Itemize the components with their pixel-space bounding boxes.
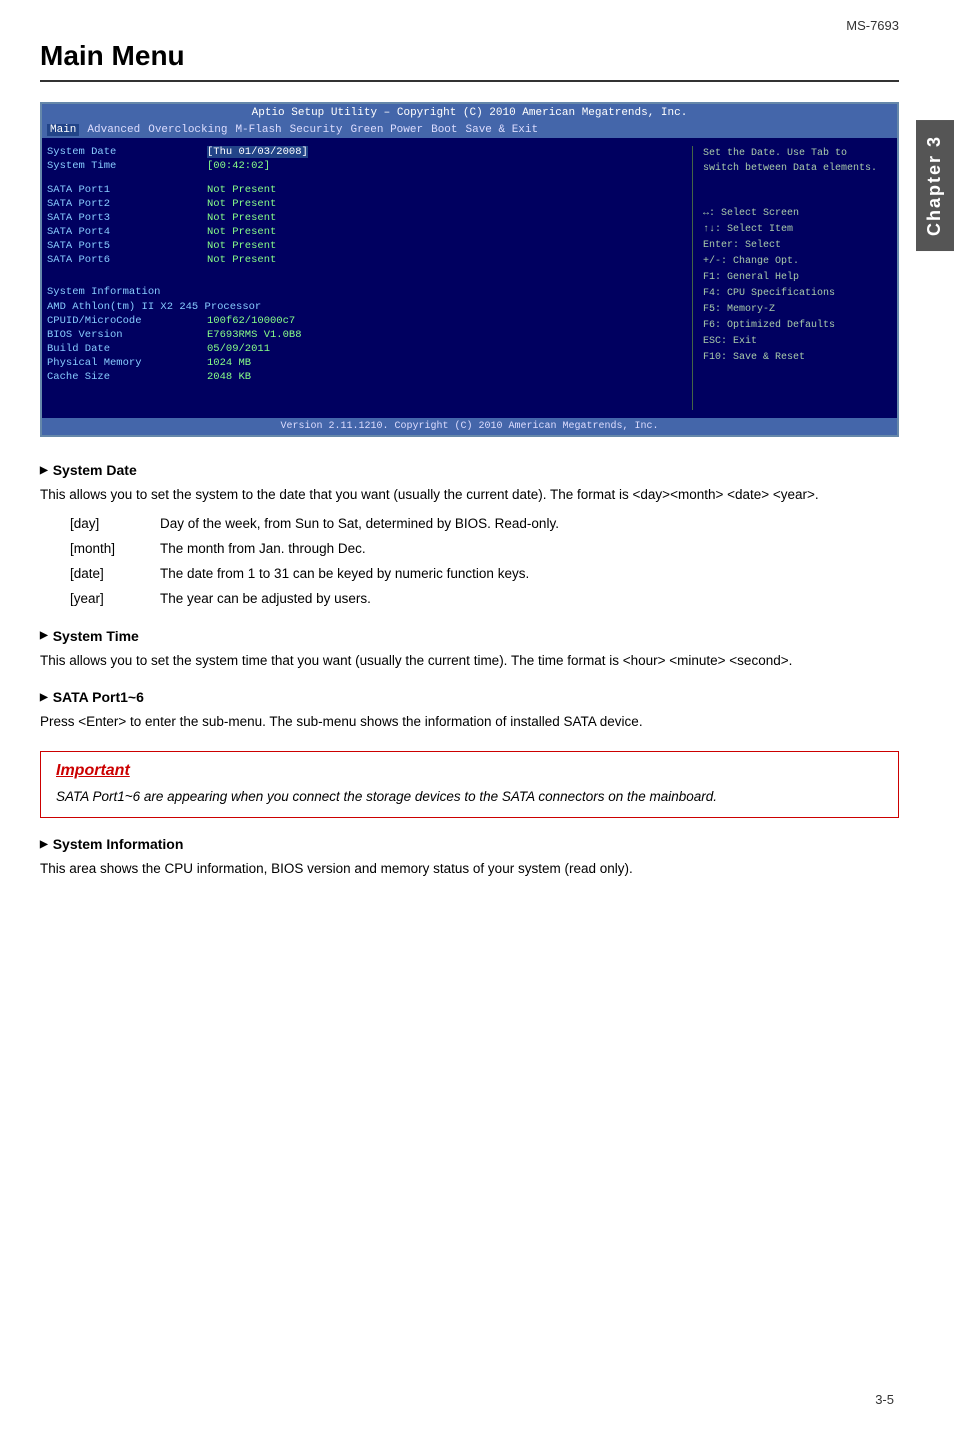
section-heading-system-date: System Date [40,462,899,478]
bios-sata5-row: SATA Port5 Not Present [47,240,682,252]
bios-nav-mflash[interactable]: M-Flash [235,124,281,136]
bios-help-text: Set the Date. Use Tab toswitch between D… [703,146,892,176]
param-val-month: The month from Jan. through Dec. [160,539,899,559]
param-row-date: [date] The date from 1 to 31 can be keye… [70,564,899,584]
section-text-system-time: This allows you to set the system time t… [40,650,899,672]
bios-cache-row: Cache Size 2048 KB [47,371,682,383]
param-row-day: [day] Day of the week, from Sun to Sat, … [70,514,899,534]
bios-system-date-row: System Date [Thu 01/03/2008] [47,146,682,158]
bios-right-panel: Set the Date. Use Tab toswitch between D… [692,146,892,410]
section-heading-system-info: System Information [40,836,899,852]
bios-sata4-row: SATA Port4 Not Present [47,226,682,238]
bios-sata4-label: SATA Port4 [47,226,207,238]
bios-sata1-label: SATA Port1 [47,184,207,196]
bios-cpu-label: AMD Athlon(tm) II X2 245 Processor [47,301,347,313]
bios-nav-security[interactable]: Security [290,124,343,136]
bios-nav-main[interactable]: Main [47,124,79,136]
bios-sata2-row: SATA Port2 Not Present [47,198,682,210]
bios-nav-boot[interactable]: Boot [431,124,457,136]
bios-system-time-value: [00:42:02] [207,160,270,172]
bios-sata6-row: SATA Port6 Not Present [47,254,682,266]
bios-builddate-value: 05/09/2011 [207,343,270,355]
bios-cpuid-row: CPUID/MicroCode 100f62/10000c7 [47,315,682,327]
page-title: Main Menu [40,40,899,82]
bios-cache-label: Cache Size [47,371,207,383]
model-number: MS-7693 [846,18,899,33]
page-number: 3-5 [875,1392,894,1407]
bios-sata3-value: Not Present [207,212,276,224]
bios-nav-advanced[interactable]: Advanced [87,124,140,136]
bios-sata6-value: Not Present [207,254,276,266]
bios-system-date-label: System Date [47,146,207,158]
param-row-year: [year] The year can be adjusted by users… [70,589,899,609]
bios-builddate-label: Build Date [47,343,207,355]
important-box: Important SATA Port1~6 are appearing whe… [40,751,899,819]
bios-sata5-label: SATA Port5 [47,240,207,252]
param-val-day: Day of the week, from Sun to Sat, determ… [160,514,899,534]
param-val-date: The date from 1 to 31 can be keyed by nu… [160,564,899,584]
important-title: Important [56,762,883,780]
bios-system-time-label: System Time [47,160,207,172]
bios-physmem-value: 1024 MB [207,357,251,369]
bios-title-bar: Aptio Setup Utility – Copyright (C) 2010… [42,104,897,122]
bios-sysinfo-title: System Information [47,286,682,298]
section-text-system-info: This area shows the CPU information, BIO… [40,858,899,880]
bios-left-panel: System Date [Thu 01/03/2008] System Time… [47,146,692,410]
section-text-sata-port: Press <Enter> to enter the sub-menu. The… [40,711,899,733]
bios-cache-value: 2048 KB [207,371,251,383]
bios-body: System Date [Thu 01/03/2008] System Time… [42,138,897,418]
bios-sata4-value: Not Present [207,226,276,238]
bios-keys: ↔: Select Screen ↑↓: Select Item Enter: … [703,206,892,366]
bios-biosver-row: BIOS Version E7693RMS V1.0B8 [47,329,682,341]
bios-physmem-row: Physical Memory 1024 MB [47,357,682,369]
bios-nav-bar: Main Advanced Overclocking M-Flash Secur… [42,122,897,138]
bios-sata2-value: Not Present [207,198,276,210]
bios-sata5-value: Not Present [207,240,276,252]
bios-nav-overclocking[interactable]: Overclocking [148,124,227,136]
bios-screenshot: Aptio Setup Utility – Copyright (C) 2010… [40,102,899,437]
bios-cpuid-value: 100f62/10000c7 [207,315,295,327]
param-val-year: The year can be adjusted by users. [160,589,899,609]
bios-nav-saveexit[interactable]: Save & Exit [466,124,539,136]
param-key-day: [day] [70,514,160,534]
bios-sata3-label: SATA Port3 [47,212,207,224]
bios-system-date-value: [Thu 01/03/2008] [207,146,308,158]
bios-nav-greenpower[interactable]: Green Power [350,124,423,136]
param-key-month: [month] [70,539,160,559]
bios-sata3-row: SATA Port3 Not Present [47,212,682,224]
bios-cpuid-label: CPUID/MicroCode [47,315,207,327]
bios-sata2-label: SATA Port2 [47,198,207,210]
param-key-year: [year] [70,589,160,609]
bios-biosver-value: E7693RMS V1.0B8 [207,329,302,341]
important-text: SATA Port1~6 are appearing when you conn… [56,786,883,808]
bios-physmem-label: Physical Memory [47,357,207,369]
section-heading-system-time: System Time [40,628,899,644]
bios-cpu-row: AMD Athlon(tm) II X2 245 Processor [47,301,682,313]
param-table-system-date: [day] Day of the week, from Sun to Sat, … [70,514,899,610]
bios-sata6-label: SATA Port6 [47,254,207,266]
bios-biosver-label: BIOS Version [47,329,207,341]
section-heading-sata-port: SATA Port1~6 [40,689,899,705]
param-row-month: [month] The month from Jan. through Dec. [70,539,899,559]
chapter-tab: Chapter 3 [916,120,954,251]
bios-builddate-row: Build Date 05/09/2011 [47,343,682,355]
section-text-system-date: This allows you to set the system to the… [40,484,899,506]
bios-sata1-row: SATA Port1 Not Present [47,184,682,196]
bios-sata1-value: Not Present [207,184,276,196]
param-key-date: [date] [70,564,160,584]
bios-footer: Version 2.11.1210. Copyright (C) 2010 Am… [42,418,897,435]
bios-system-time-row: System Time [00:42:02] [47,160,682,172]
